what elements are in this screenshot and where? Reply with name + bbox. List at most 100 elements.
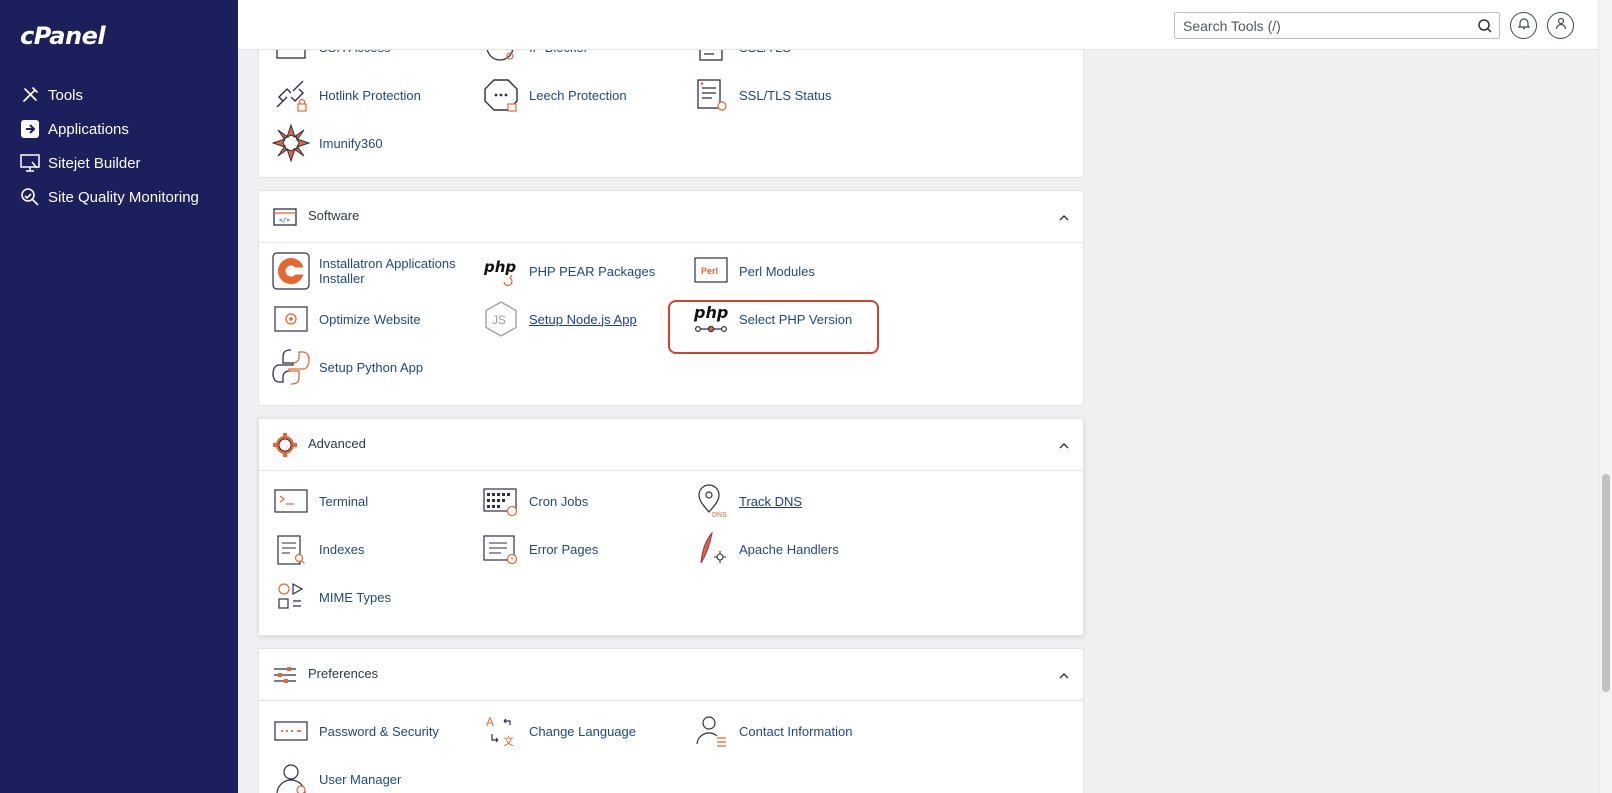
tool-cron-jobs[interactable]: Cron Jobs [481,481,588,521]
highlight-select-php-version [668,300,879,354]
sidebar-nav: Tools Applications Sitejet Builder Site … [0,78,238,214]
tool-hotlink-protection[interactable]: Hotlink Protection [271,75,421,115]
tool-label: Leech Protection [529,87,627,103]
tool-label: Setup Python App [319,359,424,375]
ssl-tls-status-icon [691,75,731,115]
tool-password-security[interactable]: Password & Security [271,711,439,751]
installatron-icon [271,251,311,291]
tool-terminal[interactable]: Terminal [271,481,368,521]
tool-label: Setup Node.js App [529,311,637,327]
tool-leech-protection[interactable]: Leech Protection [481,75,627,115]
page-scrollbar[interactable] [1598,0,1612,793]
tool-label: Installatron Applications Installer [319,256,456,286]
user-menu-button[interactable] [1547,12,1574,39]
tool-label: Cron Jobs [529,493,589,509]
sliders-icon [272,662,298,688]
tool-label: Apache Handlers [739,541,839,557]
user-manager-icon [271,759,311,793]
tool-contact-information[interactable]: Contact Information [691,711,852,751]
sidebar-item-applications[interactable]: Applications [0,112,238,146]
software-panel: </> Software Installatron Applications I… [258,190,1084,406]
tool-label: Track DNS [739,493,803,509]
svg-text:</>: </> [279,217,290,224]
tool-mime-types[interactable]: MIME Types [271,577,391,617]
mime-types-icon [271,577,311,617]
search-icon[interactable] [1477,18,1493,34]
sidebar-item-site-quality-monitoring[interactable]: Site Quality Monitoring [0,180,238,214]
chevron-up-icon[interactable] [1057,669,1071,683]
sidebar-item-label: Site Quality Monitoring [48,188,199,206]
tool-apache-handlers[interactable]: Apache Handlers [691,529,839,569]
top-header [238,0,1598,50]
chevron-up-icon[interactable] [1057,439,1071,453]
sidebar-item-tools[interactable]: Tools [0,78,238,112]
tool-label: Optimize Website [319,311,421,327]
tool-setup-python-app[interactable]: Setup Python App [271,347,423,387]
cpanel-logo[interactable]: cPanel [20,22,106,50]
applications-icon [20,119,40,139]
svg-text:php: php [483,258,516,276]
panel-title: Advanced [308,436,366,451]
sitejet-icon [20,153,40,173]
nodejs-icon: JS [481,299,521,339]
tool-track-dns[interactable]: DNS Track DNS [691,481,802,521]
scrollbar-thumb[interactable] [1602,474,1610,692]
advanced-panel: Advanced Terminal Cron Jobs DNS Track DN… [258,418,1084,636]
tool-label: Perl Modules [739,263,815,279]
contact-icon [691,711,731,751]
tool-label: Change Language [529,723,636,739]
chevron-up-icon[interactable] [1057,211,1071,225]
sidebar-item-sitejet-builder[interactable]: Sitejet Builder [0,146,238,180]
site-quality-icon [20,187,40,207]
user-icon [1555,17,1567,35]
tool-label: Indexes [319,541,365,557]
software-icon: </> [272,204,298,230]
advanced-header[interactable]: Advanced [259,419,1083,471]
apache-feather-icon [691,529,731,569]
notifications-button[interactable] [1510,12,1537,39]
tool-label: SSL/TLS Status [739,87,832,103]
advanced-gear-icon [272,432,298,458]
language-icon: A文 [481,711,521,751]
tool-user-manager[interactable]: User Manager [271,759,401,793]
tool-optimize-website[interactable]: Optimize Website [271,299,421,339]
leech-protection-icon [481,75,521,115]
panel-title: Software [308,208,360,223]
php-pear-icon: php [481,251,521,291]
svg-text:A: A [486,715,494,729]
imunify360-icon [271,123,311,163]
tool-php-pear-packages[interactable]: php PHP PEAR Packages [481,251,655,291]
svg-text:JS: JS [492,313,506,327]
tool-setup-nodejs-app[interactable]: JS Setup Node.js App [481,299,637,339]
preferences-header[interactable]: Preferences [259,649,1083,701]
tool-installatron[interactable]: Installatron Applications Installer [271,251,459,291]
indexes-icon [271,529,311,569]
tool-error-pages[interactable]: Error Pages [481,529,598,569]
python-icon [271,347,311,387]
error-pages-icon [481,529,521,569]
preferences-panel: Preferences Password & Security A文 Chang… [258,648,1084,793]
optimize-website-icon [271,299,311,339]
tool-imunify360[interactable]: Imunify360 [271,123,383,163]
svg-text:DNS: DNS [712,512,727,519]
tool-label: Terminal [319,493,369,509]
hotlink-protection-icon [271,75,311,115]
tool-indexes[interactable]: Indexes [271,529,365,569]
svg-text:Perl: Perl [701,266,718,276]
terminal-icon [271,481,311,521]
tool-change-language[interactable]: A文 Change Language [481,711,636,751]
tool-perl-modules[interactable]: Perl Perl Modules [691,251,815,291]
search-input[interactable] [1175,17,1465,34]
tool-label: Password & Security [319,723,439,739]
tool-label: MIME Types [319,589,392,605]
tool-ssl-tls-status[interactable]: SSL/TLS Status [691,75,832,115]
software-header[interactable]: </> Software [259,191,1083,243]
track-dns-icon: DNS [691,481,731,521]
sidebar-item-label: Applications [48,120,129,138]
sidebar-item-label: Sitejet Builder [48,154,141,172]
tool-label: PHP PEAR Packages [529,263,656,279]
svg-text:文: 文 [503,734,514,748]
search-box[interactable] [1174,12,1500,39]
panel-title: Preferences [308,666,379,681]
tool-label: Contact Information [739,723,853,739]
